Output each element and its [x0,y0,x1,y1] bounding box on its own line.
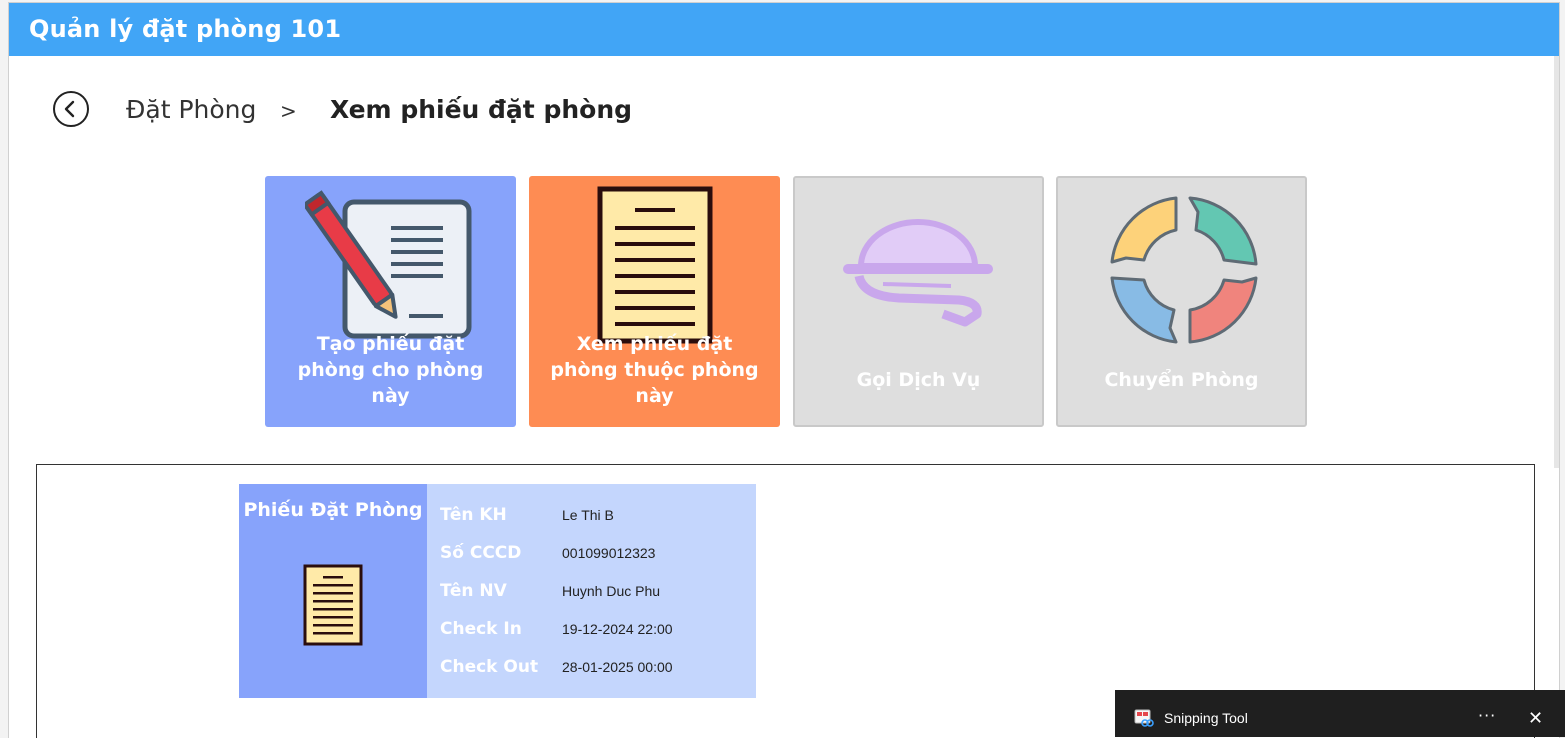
detail-key: Tên KH [440,505,507,525]
breadcrumb-current: Xem phiếu đặt phòng [330,95,633,124]
move-room-tile[interactable]: Chuyển Phòng [1056,176,1307,427]
service-tile[interactable]: Gọi Dịch Vụ [793,176,1044,427]
detail-value: 001099012323 [562,545,656,561]
service-label: Gọi Dịch Vụ [856,369,981,391]
detail-row: Check Out 28-01-2025 00:00 [440,657,750,687]
create-booking-label: Tạo phiếu đặt phòng cho phòng này [297,333,484,407]
detail-row: Tên KH Le Thi B [440,505,750,535]
move-room-label: Chuyển Phòng [1104,369,1259,391]
detail-key: Check Out [440,657,539,677]
chevron-left-icon [64,100,75,118]
detail-key: Số CCCD [440,543,522,563]
document-pencil-icon [305,190,472,339]
detail-key: Check In [440,619,522,639]
title-bar: Quản lý đặt phòng 101 [9,3,1559,56]
document-icon [303,564,363,646]
cycle-arrows-icon [1110,196,1258,344]
detail-value: Le Thi B [562,507,614,523]
breadcrumb-parent[interactable]: Đặt Phòng [126,95,256,124]
close-icon[interactable]: ✕ [1528,708,1543,729]
detail-key: Tên NV [440,581,507,601]
breadcrumb-separator: > [280,99,297,123]
more-options-icon[interactable]: ··· [1478,706,1496,725]
app-window: Quản lý đặt phòng 101 Đặt Phòng > Xem ph… [8,2,1560,738]
scrollbar[interactable] [1554,56,1559,468]
detail-value: 19-12-2024 22:00 [562,621,673,637]
view-booking-label: Xem phiếu đặt phòng thuộc phòng này [550,333,759,407]
booking-card-header[interactable]: Phiếu Đặt Phòng [239,484,427,698]
back-button[interactable] [53,91,89,127]
detail-value: 28-01-2025 00:00 [562,659,673,675]
booking-card-details[interactable]: Tên KH Le Thi B Số CCCD 001099012323 Tên… [427,484,756,698]
window-title: Quản lý đặt phòng 101 [29,15,342,43]
document-icon [597,186,713,344]
food-service-icon [843,219,993,327]
detail-row: Check In 19-12-2024 22:00 [440,619,750,649]
detail-row: Tên NV Huynh Duc Phu [440,581,750,611]
detail-value: Huynh Duc Phu [562,583,661,599]
snipping-tool-notification[interactable]: Snipping Tool ··· ✕ [1115,690,1565,737]
booking-card-title: Phiếu Đặt Phòng [243,499,423,521]
detail-row: Số CCCD 001099012323 [440,543,750,573]
create-booking-tile[interactable]: Tạo phiếu đặt phòng cho phòng này [265,176,516,427]
view-booking-tile[interactable]: Xem phiếu đặt phòng thuộc phòng này [529,176,780,427]
snipping-tool-icon [1134,709,1154,727]
snipping-tool-title: Snipping Tool [1164,710,1248,726]
